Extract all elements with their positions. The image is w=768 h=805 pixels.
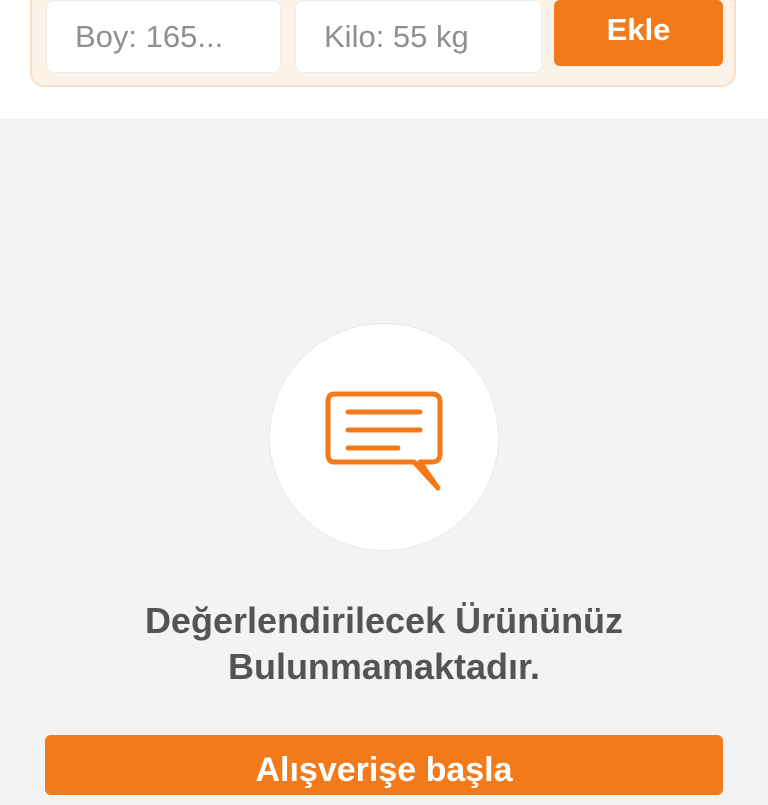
height-field-value: Boy: 165...: [75, 19, 224, 54]
height-field[interactable]: Boy: 165...: [46, 0, 281, 73]
start-shopping-label: Alışverişe başla: [255, 751, 513, 789]
weight-field[interactable]: Kilo: 55 kg: [295, 0, 542, 73]
empty-state-message: Değerlendirilecek Ürününüz Bulunmamaktad…: [0, 598, 768, 690]
add-button-label: Ekle: [606, 12, 671, 47]
top-section: Boy: 165... Kilo: 55 kg Ekle: [0, 0, 768, 119]
weight-field-value: Kilo: 55 kg: [324, 19, 469, 54]
empty-state-line-2: Bulunmamaktadır.: [227, 646, 541, 687]
empty-state-line-1: Değerlendirilecek Ürününüz: [144, 600, 624, 641]
chat-message-icon: [325, 391, 443, 491]
add-button[interactable]: Ekle: [554, 0, 723, 66]
start-shopping-button[interactable]: Alışverişe başla: [45, 735, 723, 795]
